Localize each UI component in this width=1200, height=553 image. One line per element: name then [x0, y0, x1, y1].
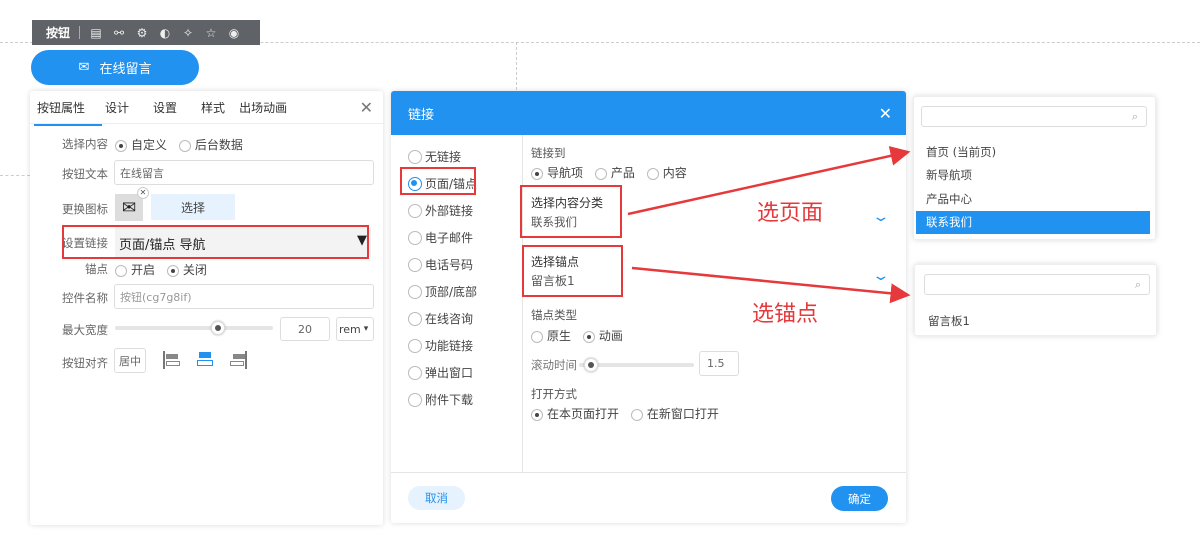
annotation-select-page: 选页面: [757, 201, 824, 226]
annotation-arrows: [627, 146, 911, 304]
arrow-to-anchor-dropdown: [631, 266, 911, 304]
annotation-select-anchor: 选锚点: [752, 302, 819, 327]
